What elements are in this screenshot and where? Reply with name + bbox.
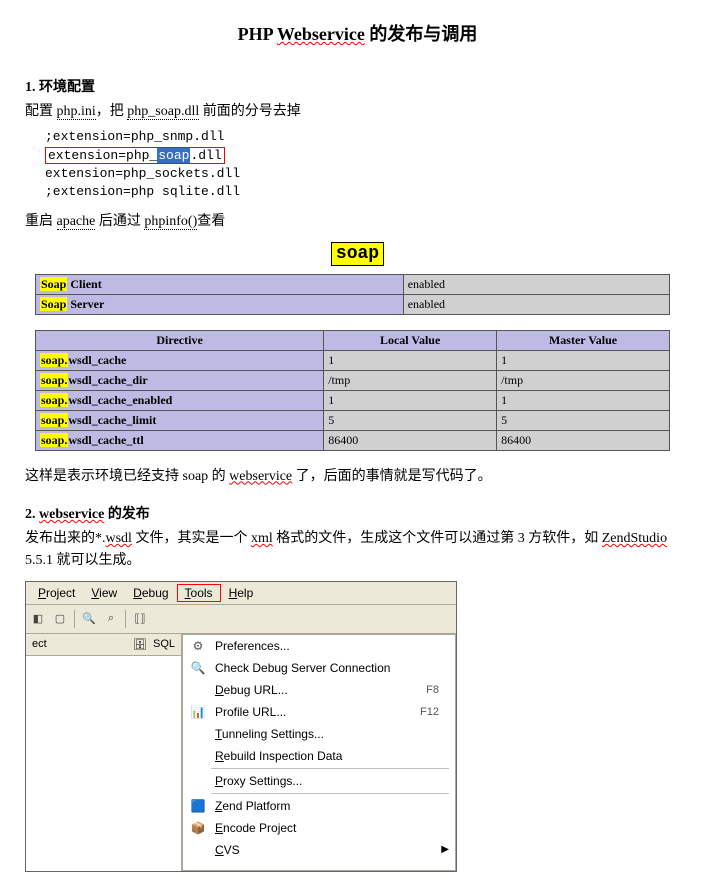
menu-item[interactable]: 📊Profile URL...F12 (183, 701, 455, 723)
table-row: soap.wsdl_cache_enabled11 (36, 390, 670, 410)
toolbar-btn[interactable]: ⟦⟧ (130, 609, 150, 629)
menu-icon (189, 773, 207, 789)
menu-icon (189, 682, 207, 698)
ide-tab[interactable]: ect 🗄 SQL (26, 634, 181, 656)
section-1-heading: 1. 环境配置 (25, 76, 690, 96)
document-page: PHP Webservice 的发布与调用 1. 环境配置 配置 php.ini… (0, 0, 715, 892)
ide-left-panel: ect 🗄 SQL (26, 634, 182, 871)
menu-item[interactable]: ⚙Preferences... (183, 635, 455, 657)
menu-separator (211, 793, 449, 794)
menu-item-view[interactable]: View (83, 584, 125, 602)
menu-icon (189, 842, 207, 858)
menu-item-tools[interactable]: Tools (177, 584, 221, 602)
menu-item[interactable]: 📦Encode Project (183, 817, 455, 839)
menu-item[interactable]: Rebuild Inspection Data (183, 745, 455, 767)
section-1-text2: 重启 apache 后通过 phpinfo()查看 (25, 211, 690, 233)
table-row: Soap Clientenabled (36, 274, 670, 294)
table-row: soap.wsdl_cache_limit55 (36, 410, 670, 430)
menu-icon: 📊 (189, 704, 207, 720)
menu-item[interactable]: 🟦Zend Platform (183, 795, 455, 817)
toolbar-btn[interactable]: ◧ (28, 609, 48, 629)
menu-icon: 📦 (189, 820, 207, 836)
submenu-arrow-icon: ▶ (441, 844, 449, 855)
menu-item[interactable]: Proxy Settings... (183, 770, 455, 792)
zendstudio-screenshot: ProjectViewDebugToolsHelp ◧ ▢ 🔍 ⌕ ⟦⟧ ect… (25, 581, 457, 872)
section-1-text: 配置 php.ini，把 php_soap.dll 前面的分号去掉 (25, 101, 690, 123)
menu-icon: 🟦 (189, 798, 207, 814)
table-row: soap.wsdl_cache_ttl8640086400 (36, 430, 670, 450)
code-block-phpini: ;extension=php_snmp.dll extension=php_so… (45, 128, 690, 201)
table-row: soap.wsdl_cache_dir/tmp/tmp (36, 370, 670, 390)
ide-toolbar: ◧ ▢ 🔍 ⌕ ⟦⟧ (26, 605, 456, 634)
table-row: soap.wsdl_cache11 (36, 350, 670, 370)
ide-editor-area (26, 656, 181, 871)
menu-separator (211, 768, 449, 769)
menu-item-debug[interactable]: Debug (125, 584, 176, 602)
section-2-heading: 2. webservice 的发布 (25, 503, 690, 523)
table-row: Soap Serverenabled (36, 294, 670, 314)
toolbar-btn[interactable]: ▢ (50, 609, 70, 629)
menu-icon (189, 726, 207, 742)
section-2-text: 发布出来的*.wsdl 文件，其实是一个 xml 格式的文件，生成这个文件可以通… (25, 528, 690, 573)
menu-item[interactable]: Debug URL...F8 (183, 679, 455, 701)
menu-icon: ⚙ (189, 638, 207, 654)
menu-item-project[interactable]: Project (30, 584, 83, 602)
tools-dropdown-menu: ⚙Preferences...🔍Check Debug Server Conne… (182, 634, 456, 871)
menu-icon: 🔍 (189, 660, 207, 676)
soap-status-table: Soap ClientenabledSoap Serverenabled (35, 274, 670, 315)
soap-badge: soap (25, 244, 690, 264)
page-title: PHP Webservice 的发布与调用 (25, 20, 690, 46)
menu-item-help[interactable]: Help (221, 584, 262, 602)
menu-item[interactable]: 🔍Check Debug Server Connection (183, 657, 455, 679)
after-table-text: 这样是表示环境已经支持 soap 的 webservice 了，后面的事情就是写… (25, 466, 690, 488)
menu-icon (189, 748, 207, 764)
toolbar-btn[interactable]: ⌕ (101, 609, 121, 629)
menu-item[interactable]: Tunneling Settings... (183, 723, 455, 745)
menu-item[interactable]: CVS▶ (183, 839, 455, 861)
search-icon[interactable]: 🔍 (79, 609, 99, 629)
ide-menubar: ProjectViewDebugToolsHelp (26, 582, 456, 605)
soap-directives-table: DirectiveLocal ValueMaster Value soap.ws… (35, 330, 670, 451)
